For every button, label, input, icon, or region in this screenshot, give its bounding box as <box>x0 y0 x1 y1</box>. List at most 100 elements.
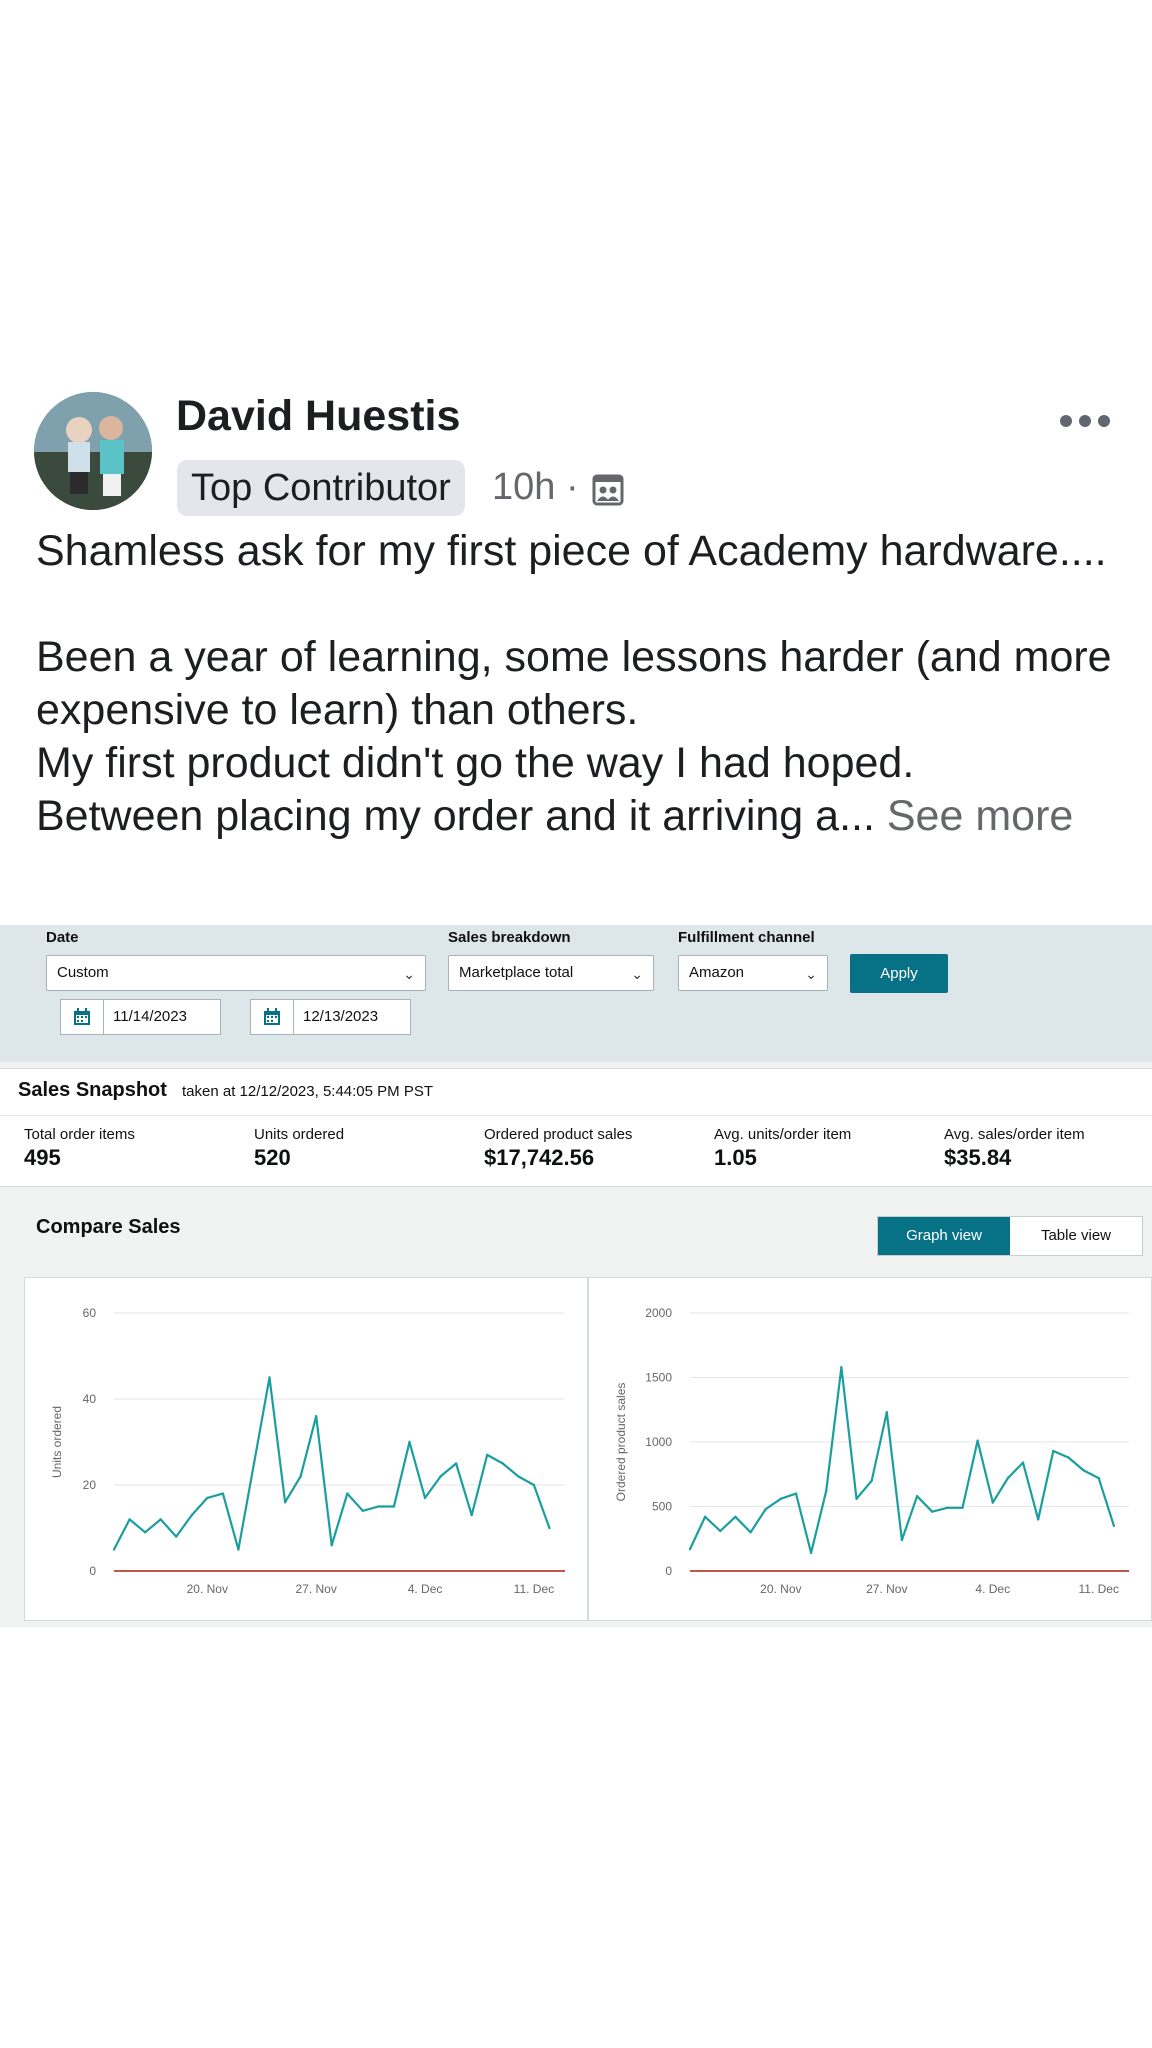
data-point[interactable] <box>1082 1469 1085 1472</box>
data-point[interactable] <box>840 1365 843 1369</box>
x-tick-label: 4. Dec <box>408 1582 443 1596</box>
start-date-field[interactable]: 11/14/2023 <box>60 999 221 1035</box>
data-point[interactable] <box>283 1501 287 1504</box>
metric-value: $35.84 <box>944 1145 1012 1170</box>
data-point[interactable] <box>175 1535 178 1538</box>
data-point[interactable] <box>454 1462 458 1465</box>
data-point[interactable] <box>870 1479 873 1482</box>
data-point[interactable] <box>190 1513 193 1517</box>
data-point[interactable] <box>252 1462 256 1465</box>
data-point[interactable] <box>314 1415 318 1418</box>
data-point[interactable] <box>946 1506 949 1509</box>
data-point[interactable] <box>688 1547 692 1551</box>
data-point[interactable] <box>703 1515 707 1519</box>
data-point[interactable] <box>734 1515 737 1519</box>
x-tick-label: 20. Nov <box>187 1582 228 1596</box>
end-date-field[interactable]: 12/13/2023 <box>250 999 411 1035</box>
metric-value: 495 <box>24 1145 61 1170</box>
top-contributor-badge[interactable]: Top Contributor <box>177 460 465 516</box>
meta-separator: · <box>565 466 579 508</box>
data-point[interactable] <box>408 1440 411 1444</box>
data-point[interactable] <box>976 1439 979 1442</box>
data-point[interactable] <box>1097 1476 1100 1480</box>
ordered-product-sales-chart[interactable]: 0 500 1000 1500 2000 20. Nov 27. Nov 4. Dec 11. … <box>589 1278 1152 1622</box>
y-tick-label: 60 <box>83 1306 97 1320</box>
x-tick-label: 11. Dec <box>1078 1582 1118 1596</box>
data-point[interactable] <box>749 1531 752 1534</box>
sales-snapshot: Sales Snapshot taken at 12/12/2023, 5:44… <box>0 1068 1152 1187</box>
data-point[interactable] <box>299 1475 302 1478</box>
data-point[interactable] <box>855 1497 858 1500</box>
date-select[interactable]: Custom ⌄ <box>46 955 426 991</box>
sales-breakdown-label: Sales breakdown <box>448 929 571 946</box>
data-point[interactable] <box>931 1510 934 1513</box>
data-point[interactable] <box>159 1518 162 1521</box>
data-point[interactable] <box>915 1494 919 1498</box>
data-point[interactable] <box>423 1496 427 1500</box>
data-point[interactable] <box>885 1411 888 1414</box>
divider <box>0 1115 1152 1116</box>
see-more-link[interactable]: See more <box>887 792 1073 840</box>
data-point[interactable] <box>1067 1456 1070 1459</box>
data-point[interactable] <box>764 1507 767 1511</box>
data-point[interactable] <box>517 1475 520 1478</box>
data-point[interactable] <box>532 1483 536 1487</box>
fulfillment-channel-value: Amazon <box>689 964 745 981</box>
sales-breakdown-select[interactable]: Marketplace total ⌄ <box>448 955 654 991</box>
end-date-value: 12/13/2023 <box>303 1008 379 1025</box>
data-point[interactable] <box>794 1492 798 1495</box>
data-point[interactable] <box>486 1453 489 1457</box>
metric-total-order-items: Total order items 495 <box>24 1126 135 1171</box>
data-point[interactable] <box>809 1551 813 1555</box>
calendar-icon[interactable] <box>251 1000 294 1034</box>
series-line[interactable] <box>689 1366 1115 1554</box>
data-point[interactable] <box>961 1506 964 1509</box>
data-point[interactable] <box>268 1376 271 1379</box>
data-point[interactable] <box>221 1492 225 1495</box>
calendar-icon[interactable] <box>61 1000 104 1034</box>
data-point[interactable] <box>128 1518 131 1521</box>
data-point[interactable] <box>377 1505 380 1508</box>
metric-label: Total order items <box>24 1126 135 1143</box>
data-point[interactable] <box>392 1505 396 1508</box>
author-name[interactable]: David Huestis <box>176 392 460 441</box>
post-time[interactable]: 10h <box>492 466 555 508</box>
apply-button[interactable]: Apply <box>850 954 948 993</box>
units-ordered-chart[interactable]: 0 20 40 60 20. Nov 27. Nov 4. Dec 11. Dec Units … <box>25 1278 589 1622</box>
data-point[interactable] <box>330 1544 333 1547</box>
data-point[interactable] <box>825 1489 828 1493</box>
metric-label: Avg. units/order item <box>714 1126 852 1143</box>
attached-screenshot[interactable]: Date Custom ⌄ Sales breakdown Marketplac… <box>0 925 1152 1627</box>
data-point[interactable] <box>1112 1524 1116 1528</box>
data-point[interactable] <box>1021 1461 1025 1464</box>
data-point[interactable] <box>548 1526 551 1530</box>
data-point[interactable] <box>470 1513 473 1517</box>
x-tick-label: 20. Nov <box>760 1582 801 1596</box>
metric-value: 520 <box>254 1145 291 1170</box>
data-point[interactable] <box>361 1509 365 1512</box>
y-tick-label: 20 <box>83 1478 97 1492</box>
data-point[interactable] <box>112 1548 116 1551</box>
data-point[interactable] <box>1006 1476 1010 1480</box>
data-point[interactable] <box>900 1538 904 1542</box>
data-point[interactable] <box>779 1497 783 1500</box>
data-point[interactable] <box>501 1462 504 1465</box>
snapshot-title: Sales Snapshot <box>18 1079 167 1101</box>
data-point[interactable] <box>719 1529 722 1533</box>
table-view-button[interactable]: Table view <box>1010 1217 1142 1255</box>
view-toggle: Graph view Table view <box>877 1216 1143 1256</box>
data-point[interactable] <box>1036 1518 1040 1521</box>
more-options-icon[interactable] <box>1060 410 1114 432</box>
data-point[interactable] <box>1052 1449 1055 1453</box>
fulfillment-channel-select[interactable]: Amazon ⌄ <box>678 955 828 991</box>
data-point[interactable] <box>346 1492 349 1495</box>
data-point[interactable] <box>237 1548 240 1551</box>
data-point[interactable] <box>439 1475 442 1478</box>
date-select-value: Custom <box>57 964 109 981</box>
graph-view-button[interactable]: Graph view <box>878 1217 1010 1255</box>
series-line[interactable] <box>113 1376 551 1551</box>
data-point[interactable] <box>143 1531 147 1534</box>
data-point[interactable] <box>991 1501 994 1504</box>
data-point[interactable] <box>206 1496 209 1500</box>
avatar[interactable] <box>34 392 152 510</box>
